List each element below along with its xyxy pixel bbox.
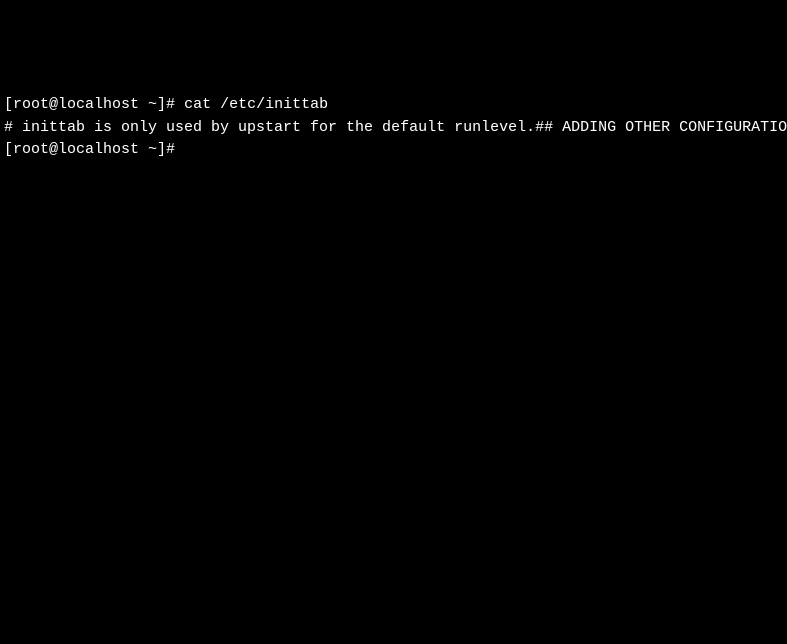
- prompt-line-2[interactable]: [root@localhost ~]#: [4, 139, 783, 162]
- prompt-user-host: root@localhost ~: [13, 96, 157, 113]
- file-line: #: [535, 119, 544, 136]
- file-line: # ADDING OTHER CONFIGURATION HERE WILL H…: [544, 119, 787, 136]
- command-text: cat /etc/inittab: [184, 96, 328, 113]
- prompt-line-1: [root@localhost ~]# cat /etc/inittab: [4, 94, 783, 117]
- prompt-user-host: root@localhost ~: [13, 141, 157, 158]
- bracket-close: ]#: [157, 141, 184, 158]
- bracket-close: ]#: [157, 96, 184, 113]
- bracket-open: [: [4, 96, 13, 113]
- file-line: # inittab is only used by upstart for th…: [4, 119, 535, 136]
- bracket-open: [: [4, 141, 13, 158]
- terminal-output[interactable]: [root@localhost ~]# cat /etc/inittab# in…: [4, 94, 783, 162]
